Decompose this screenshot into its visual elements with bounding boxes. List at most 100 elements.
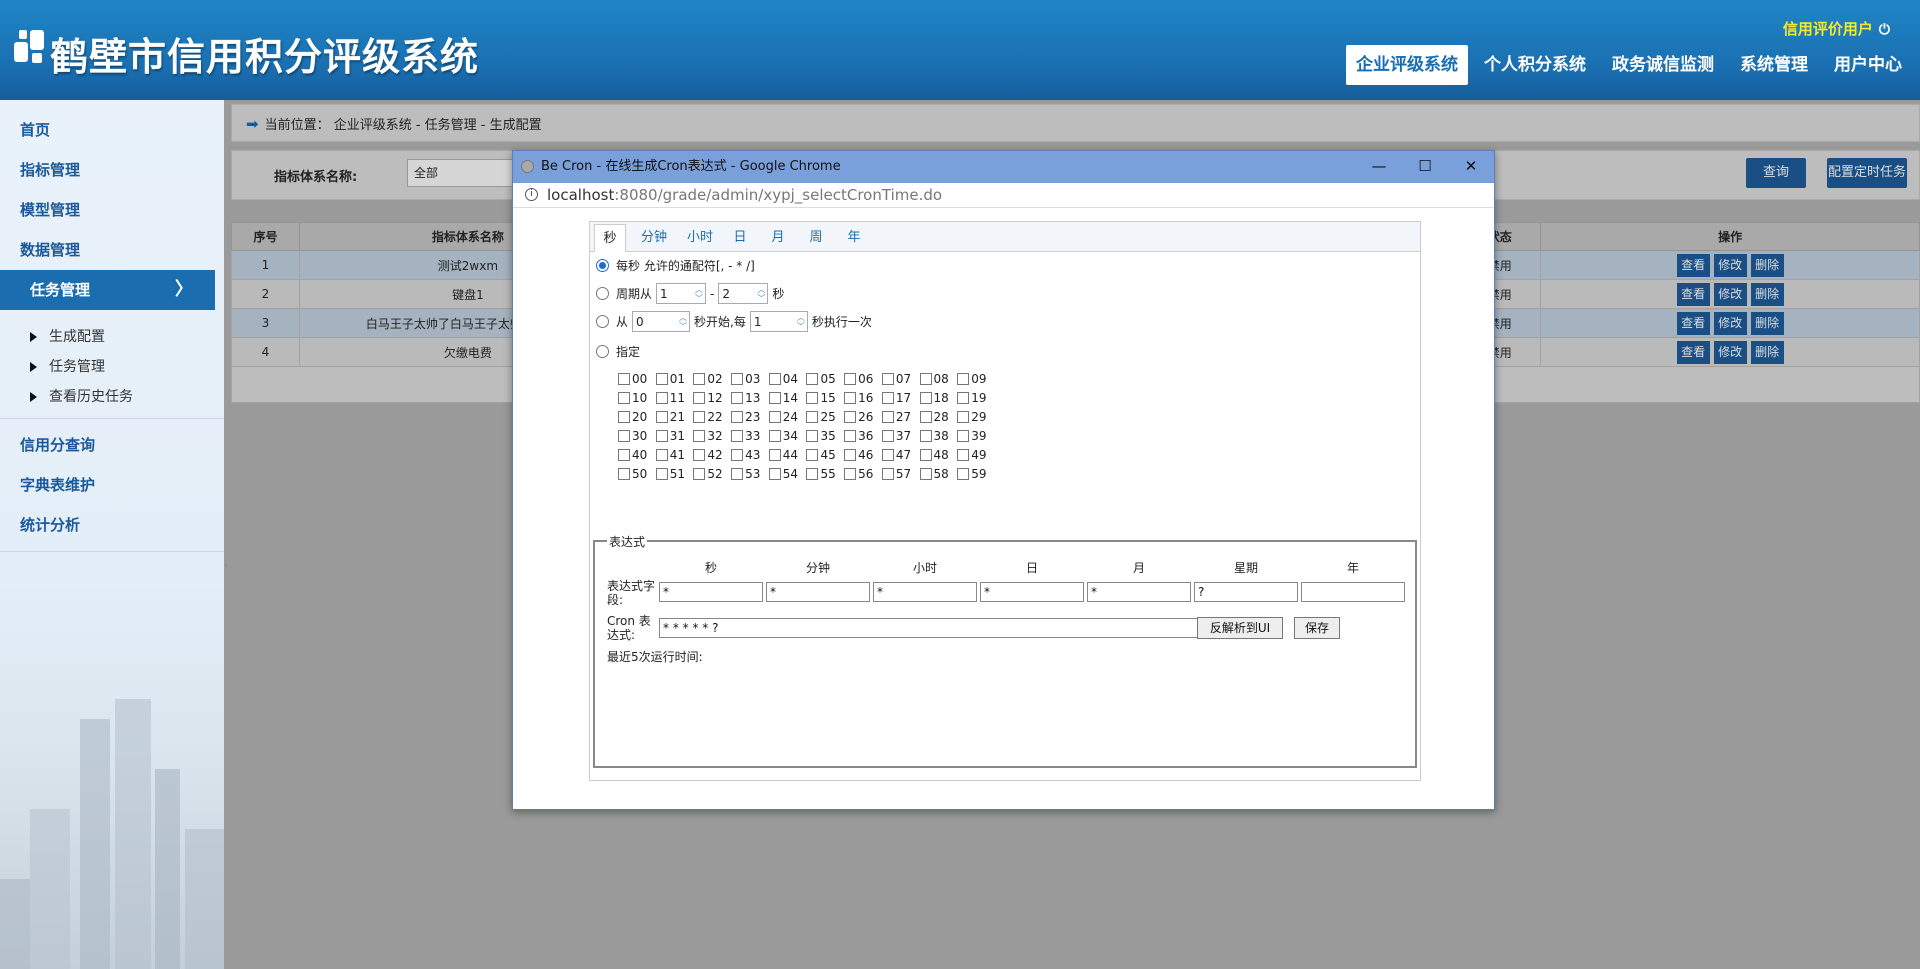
checkbox[interactable] — [806, 429, 819, 442]
second-checkbox-item[interactable]: 17 — [881, 388, 920, 407]
checkbox[interactable] — [618, 467, 630, 480]
delete-button[interactable]: 删除 — [1750, 253, 1784, 277]
second-checkbox-item[interactable]: 38 — [919, 426, 958, 445]
checkbox[interactable] — [844, 448, 857, 461]
from-every-stepper[interactable]: 1 ︿ ﹀ — [749, 311, 808, 332]
checkbox[interactable] — [844, 391, 857, 404]
checkbox[interactable] — [693, 467, 706, 480]
second-checkbox-item[interactable]: 50 — [618, 464, 656, 483]
checkbox[interactable] — [881, 467, 894, 480]
checkbox[interactable] — [919, 410, 932, 423]
second-checkbox-item[interactable]: 52 — [693, 464, 731, 483]
delete-button[interactable]: 删除 — [1750, 282, 1784, 306]
second-checkbox-item[interactable]: 59 — [957, 464, 995, 483]
second-checkbox-item[interactable]: 33 — [731, 426, 769, 445]
second-checkbox-item[interactable]: 37 — [881, 426, 920, 445]
second-checkbox-item[interactable]: 56 — [844, 464, 882, 483]
nav-gov-integrity[interactable]: 政务诚信监测 — [1602, 45, 1724, 85]
second-checkbox-item[interactable]: 55 — [806, 464, 844, 483]
checkbox[interactable] — [919, 467, 932, 480]
second-checkbox-item[interactable]: 40 — [618, 445, 656, 464]
second-checkbox-item[interactable]: 09 — [957, 369, 995, 388]
checkbox[interactable] — [731, 429, 744, 442]
second-checkbox-item[interactable]: 53 — [731, 464, 769, 483]
second-checkbox-item[interactable]: 15 — [806, 388, 844, 407]
checkbox[interactable] — [693, 391, 706, 404]
checkbox[interactable] — [693, 372, 706, 385]
checkbox[interactable] — [919, 372, 932, 385]
checkbox[interactable] — [655, 448, 668, 461]
edit-button[interactable]: 修改 — [1713, 311, 1747, 335]
second-checkbox-item[interactable]: 51 — [655, 464, 694, 483]
second-checkbox-item[interactable]: 30 — [618, 426, 656, 445]
checkbox[interactable] — [768, 429, 781, 442]
second-checkbox-item[interactable]: 01 — [655, 369, 694, 388]
second-checkbox-item[interactable]: 10 — [618, 388, 656, 407]
checkbox[interactable] — [731, 448, 744, 461]
second-checkbox-item[interactable]: 29 — [957, 407, 995, 426]
view-button[interactable]: 查看 — [1676, 253, 1710, 277]
checkbox[interactable] — [693, 410, 706, 423]
popup-address-bar[interactable]: i localhost:8080/grade/admin/xypj_select… — [513, 183, 1494, 208]
second-checkbox-item[interactable]: 18 — [919, 388, 958, 407]
second-checkbox-item[interactable]: 14 — [768, 388, 807, 407]
tab-minute[interactable]: 分钟 — [636, 224, 672, 252]
sidebar-item-dictionary[interactable]: 字典表维护 — [0, 465, 224, 505]
second-checkbox-item[interactable]: 21 — [655, 407, 694, 426]
checkbox[interactable] — [768, 372, 781, 385]
sidebar-collapse-handle[interactable]: ‹ — [224, 560, 230, 590]
field-hour-input[interactable]: * — [873, 582, 977, 602]
checkbox[interactable] — [731, 410, 744, 423]
second-checkbox-item[interactable]: 24 — [768, 407, 807, 426]
second-checkbox-item[interactable]: 41 — [655, 445, 694, 464]
second-checkbox-item[interactable]: 35 — [806, 426, 844, 445]
second-checkbox-item[interactable]: 47 — [881, 445, 920, 464]
sidebar-sub-task-manage[interactable]: 任务管理 — [0, 352, 224, 382]
second-checkbox-item[interactable]: 25 — [806, 407, 844, 426]
checkbox[interactable] — [693, 448, 706, 461]
tab-hour[interactable]: 小时 — [682, 224, 718, 252]
second-checkbox-item[interactable]: 49 — [957, 445, 995, 464]
spin-down-icon[interactable]: ﹀ — [679, 323, 687, 331]
checkbox[interactable] — [618, 372, 630, 385]
spin-down-icon[interactable]: ﹀ — [797, 323, 805, 331]
second-checkbox-item[interactable]: 05 — [806, 369, 844, 388]
second-checkbox-item[interactable]: 26 — [844, 407, 882, 426]
edit-button[interactable]: 修改 — [1713, 340, 1747, 364]
from-start-stepper[interactable]: 0 ︿ ﹀ — [632, 311, 691, 332]
second-checkbox-item[interactable]: 43 — [731, 445, 769, 464]
second-checkbox-item[interactable]: 45 — [806, 445, 844, 464]
second-checkbox-item[interactable]: 46 — [844, 445, 882, 464]
spin-up-icon[interactable]: ︿ — [679, 314, 687, 322]
option-specify[interactable]: 指定 — [596, 343, 640, 360]
second-checkbox-item[interactable]: 44 — [768, 445, 807, 464]
checkbox[interactable] — [844, 467, 857, 480]
nav-enterprise-rating[interactable]: 企业评级系统 — [1346, 45, 1468, 85]
nav-personal-score[interactable]: 个人积分系统 — [1474, 45, 1596, 85]
sidebar-item-home[interactable]: 首页 — [0, 110, 224, 150]
checkbox[interactable] — [693, 429, 706, 442]
checkbox[interactable] — [655, 372, 668, 385]
second-checkbox-item[interactable]: 20 — [618, 407, 656, 426]
field-minute-input[interactable]: * — [766, 582, 870, 602]
delete-button[interactable]: 删除 — [1750, 340, 1784, 364]
checkbox[interactable] — [957, 410, 970, 423]
second-checkbox-item[interactable]: 13 — [731, 388, 769, 407]
tab-week[interactable]: 周 — [804, 224, 828, 252]
spin-up-icon[interactable]: ︿ — [757, 286, 765, 294]
checkbox[interactable] — [919, 391, 932, 404]
maximize-icon[interactable]: ☐ — [1402, 151, 1448, 183]
second-checkbox-item[interactable]: 23 — [731, 407, 769, 426]
sidebar-item-tasks[interactable]: 任务管理 〉 — [0, 270, 215, 310]
second-checkbox-item[interactable]: 19 — [957, 388, 995, 407]
checkbox[interactable] — [768, 391, 781, 404]
second-checkbox-item[interactable]: 58 — [919, 464, 958, 483]
nav-user-center[interactable]: 用户中心 — [1824, 45, 1912, 85]
second-checkbox-item[interactable]: 34 — [768, 426, 807, 445]
checkbox[interactable] — [806, 391, 819, 404]
second-checkbox-item[interactable]: 12 — [693, 388, 731, 407]
field-day-input[interactable]: * — [980, 582, 1084, 602]
checkbox[interactable] — [731, 391, 744, 404]
checkbox[interactable] — [655, 467, 668, 480]
power-icon[interactable]: ⏻ — [1879, 22, 1890, 38]
